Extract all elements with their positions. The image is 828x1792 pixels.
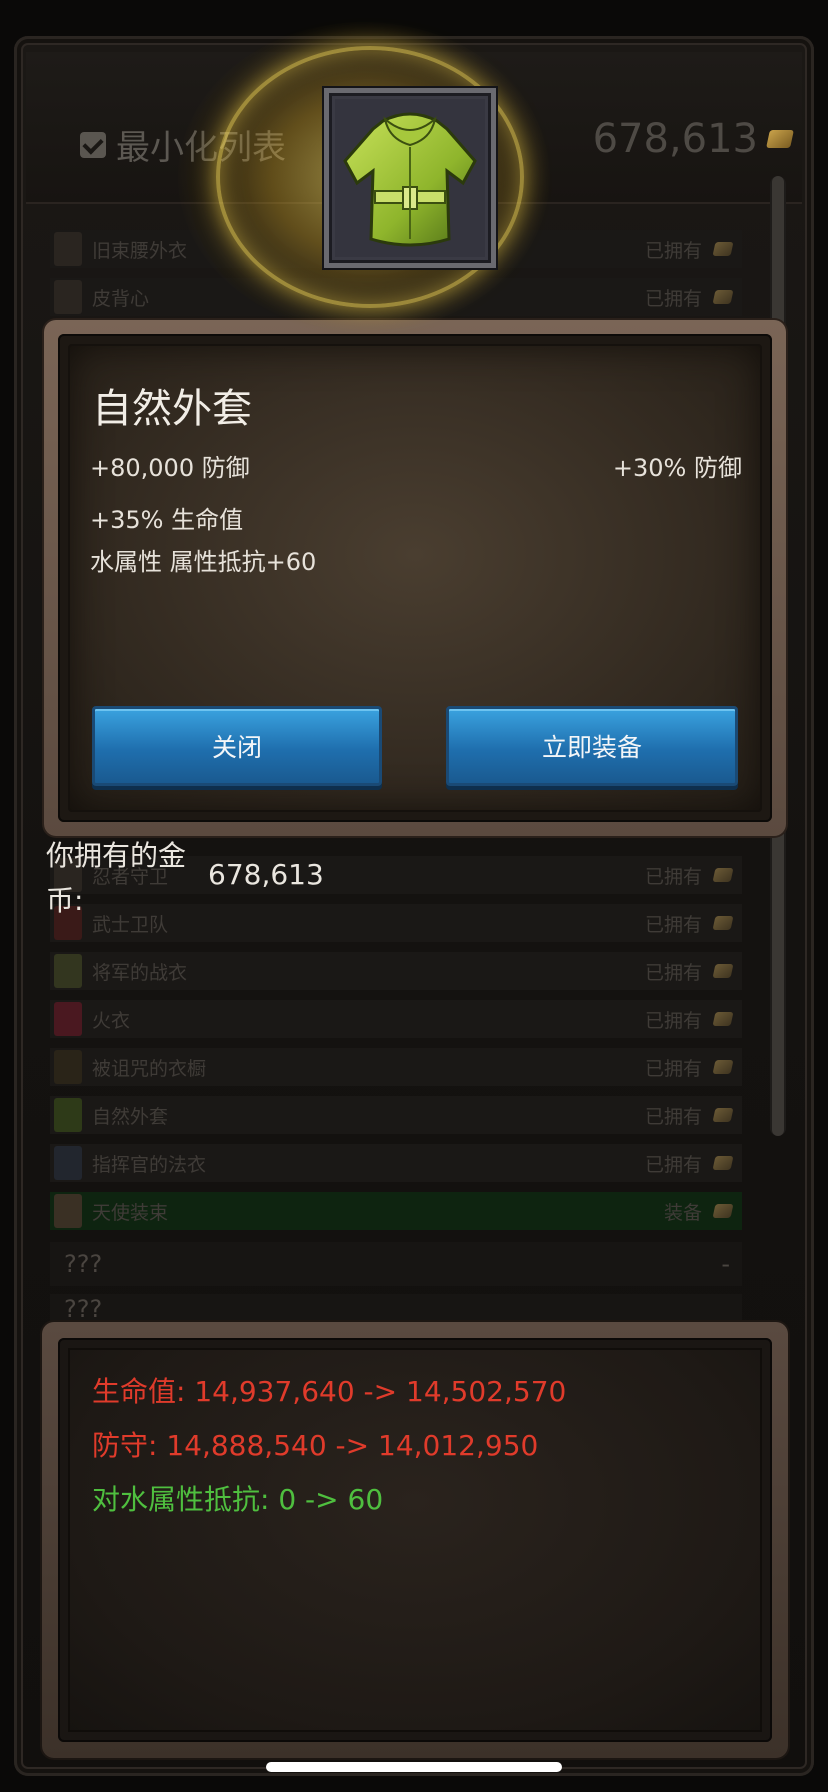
item-status: 已拥有 [644,239,702,262]
item-status: 已拥有 [644,1009,702,1032]
item-thumbnail-icon [54,954,82,988]
close-button[interactable]: 关闭 [92,706,382,786]
equip-now-button[interactable]: 立即装备 [446,706,738,786]
coin-icon [712,1060,734,1074]
item-status: 已拥有 [644,913,702,936]
list-item[interactable]: ??? - [50,1242,742,1286]
gold-owned-label: 你拥有的金币: [46,839,187,917]
list-item[interactable]: 火衣 已拥有 [50,1000,742,1038]
water-resist-change: 对水属性抵抗: 0 -> 60 [92,1483,384,1516]
item-name: 天使装束 [92,1201,169,1224]
coin-icon [712,290,734,304]
item-thumbnail-icon [54,1002,82,1036]
stat-defense-percent: +30% 防御 [612,454,742,482]
item-name: 火衣 [92,1009,131,1032]
list-item[interactable]: 将军的战衣 已拥有 [50,952,742,990]
item-thumbnail-icon [54,232,82,266]
list-item[interactable]: ??? [50,1294,742,1324]
gold-coin-icon [766,130,794,148]
item-name: 被诅咒的衣橱 [92,1057,207,1080]
popup-title: 自然外套 [92,386,252,432]
coin-icon [712,1204,734,1218]
list-item[interactable]: 自然外套 已拥有 [50,1096,742,1134]
item-status: 已拥有 [644,287,702,310]
stat-water-resist: 水属性 属性抵抗+60 [90,548,317,576]
coin-icon [712,1108,734,1122]
item-name: 将军的战衣 [92,961,188,984]
stat-hp-percent: +35% 生命值 [90,506,244,534]
list-item[interactable]: 被诅咒的衣橱 已拥有 [50,1048,742,1086]
item-status: 已拥有 [644,1105,702,1128]
gold-display: 678,613 [592,116,794,162]
stat-defense-flat: +80,000 防御 [90,454,250,482]
green-robe-icon [335,99,485,257]
gold-owned-value: 678,613 [208,858,324,891]
item-name: ??? [64,1250,103,1278]
home-indicator[interactable] [266,1762,562,1772]
item-status: 已拥有 [644,1153,702,1176]
hp-change: 生命值: 14,937,640 -> 14,502,570 [92,1375,567,1408]
item-thumbnail-icon [54,1098,82,1132]
item-name: 指挥官的法衣 [92,1153,207,1176]
coin-icon [712,1156,734,1170]
item-name: 自然外套 [92,1105,169,1128]
coin-icon [712,916,734,930]
list-item[interactable]: 天使装束 装备 [50,1192,742,1230]
coin-icon [712,242,734,256]
gold-amount: 678,613 [592,116,758,162]
item-thumbnail-icon [54,1194,82,1228]
item-status: 已拥有 [644,961,702,984]
list-item[interactable]: 指挥官的法衣 已拥有 [50,1144,742,1182]
item-status: 装备 [663,1201,702,1224]
coin-icon [712,1012,734,1026]
defense-change: 防守: 14,888,540 -> 14,012,950 [92,1429,539,1462]
coin-icon [712,964,734,978]
checkbox-icon[interactable] [80,131,106,158]
item-icon-frame [324,88,496,268]
item-status: 已拥有 [644,865,702,888]
item-thumbnail-icon [54,1050,82,1084]
item-name: ??? [64,1295,103,1323]
item-status: - [721,1250,730,1278]
coin-icon [712,868,734,882]
item-thumbnail-icon [54,1146,82,1180]
item-thumbnail-icon [54,280,82,314]
item-status: 已拥有 [644,1057,702,1080]
